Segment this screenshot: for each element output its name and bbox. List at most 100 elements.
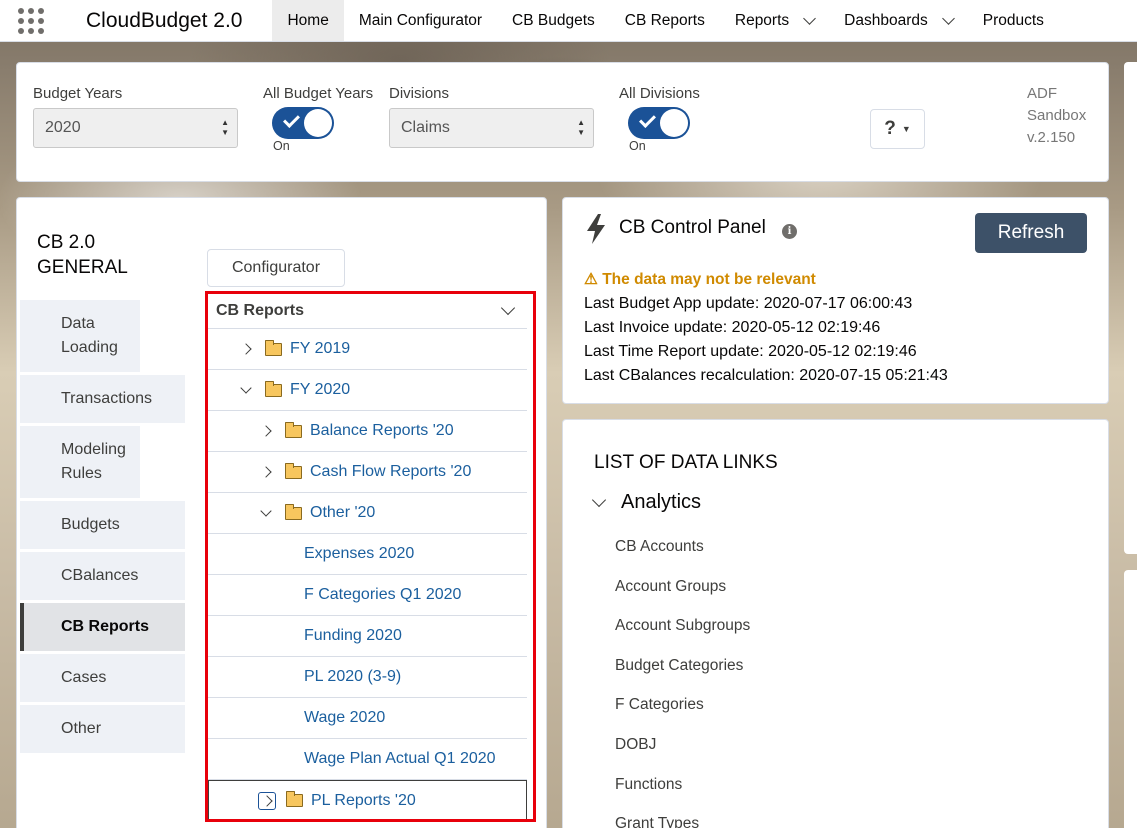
configurator-button[interactable]: Configurator <box>207 249 345 287</box>
waffle-icon[interactable] <box>0 0 62 41</box>
control-panel-card: CB Control Panel i Refresh ⚠ The data ma… <box>562 197 1109 404</box>
chevron-down-icon[interactable] <box>257 504 275 522</box>
tree-report-row[interactable]: Funding 2020 <box>208 616 527 657</box>
control-panel-title: CB Control Panel <box>619 217 766 238</box>
nav-item-label: CB Budgets <box>512 11 595 29</box>
all-budget-years-toggle[interactable] <box>272 107 334 139</box>
status-line: Last Time Report update: 2020-05-12 02:1… <box>584 343 917 360</box>
analytics-section-toggle[interactable]: Analytics <box>591 491 702 514</box>
sidebar-item-cases[interactable]: Cases <box>20 654 185 702</box>
lightning-bolt-icon <box>587 214 605 244</box>
tree-row-label[interactable]: Expenses 2020 <box>304 545 414 563</box>
nav-item-home[interactable]: Home <box>272 0 344 41</box>
sidebar-item-transactions[interactable]: Transactions <box>20 375 185 423</box>
folder-icon <box>285 421 302 438</box>
tree-folder-row[interactable]: PL Reports '20 <box>208 780 527 819</box>
tree-row-label[interactable]: FY 2019 <box>290 340 350 358</box>
division-select[interactable]: Claims ▲ ▼ <box>389 108 594 148</box>
update-status-list: Last Budget App update: 2020-07-17 06:00… <box>584 292 948 388</box>
checkmark-icon <box>639 111 656 128</box>
checkmark-icon <box>283 111 300 128</box>
folder-icon <box>285 503 302 520</box>
tree-row-label[interactable]: Wage Plan Actual Q1 2020 <box>304 750 496 768</box>
nav-item-products[interactable]: Products <box>968 0 1059 41</box>
tree-report-row[interactable]: PL 2020 (3-9) <box>208 657 527 698</box>
folder-icon <box>285 462 302 479</box>
tree-folder-row[interactable]: FY 2020 <box>208 370 527 411</box>
sidebar-item-cbalances[interactable]: CBalances <box>20 552 185 600</box>
data-link-item[interactable]: F Categories <box>615 696 750 736</box>
data-link-item[interactable]: CB Accounts <box>615 538 750 578</box>
nav-item-main-configurator[interactable]: Main Configurator <box>344 0 497 41</box>
version-line: v.2.150 <box>1027 129 1076 146</box>
general-card: CB 2.0 GENERAL Data Loading Transactions M… <box>16 197 547 828</box>
chevron-right-icon[interactable] <box>257 463 275 481</box>
tree-row-label[interactable]: Balance Reports '20 <box>310 422 454 440</box>
sidebar-item-cb-reports[interactable]: CB Reports <box>20 603 185 651</box>
chevron-down-icon <box>591 492 607 507</box>
info-icon[interactable]: i <box>782 224 797 239</box>
folder-icon <box>265 339 282 356</box>
chevron-right-icon[interactable] <box>257 422 275 440</box>
tree-header[interactable]: CB Reports <box>208 294 527 329</box>
chevron-right-icon[interactable] <box>237 340 255 358</box>
warning-triangle-icon: ⚠ <box>584 271 598 288</box>
tree-row-label[interactable]: PL 2020 (3-9) <box>304 668 401 686</box>
tree-row-label[interactable]: Wage 2020 <box>304 709 385 727</box>
data-link-item[interactable]: Budget Categories <box>615 657 750 697</box>
tree-header-label: CB Reports <box>216 302 305 319</box>
cb-reports-tree: CB Reports FY 2019 FY 2020 Balance Reports… <box>205 291 536 822</box>
data-link-item[interactable]: Functions <box>615 776 750 816</box>
nav-item-dashboards[interactable]: Dashboards <box>829 0 968 41</box>
tree-row-label[interactable]: PL Reports '20 <box>311 792 416 810</box>
data-link-item[interactable]: Account Subgroups <box>615 617 750 657</box>
nav-item-cb-budgets[interactable]: CB Budgets <box>497 0 610 41</box>
status-line: Last CBalances recalculation: 2020-07-15… <box>584 367 948 384</box>
data-link-item[interactable]: DOBJ <box>615 736 750 776</box>
right-edge-card <box>1124 570 1137 828</box>
top-navigation-bar: CloudBudget 2.0 Home Main Configurator CB … <box>0 0 1137 42</box>
tree-folder-row[interactable]: Balance Reports '20 <box>208 411 527 452</box>
nav-item-label: Dashboards <box>844 11 928 29</box>
refresh-button[interactable]: Refresh <box>975 213 1087 253</box>
data-links-title: LIST OF DATA LINKS <box>594 452 778 473</box>
tree-row-label[interactable]: Cash Flow Reports '20 <box>310 463 471 481</box>
divisions-label: Divisions <box>389 85 450 102</box>
all-divisions-toggle[interactable] <box>628 107 690 139</box>
chevron-down-icon[interactable] <box>237 381 255 399</box>
help-dropdown-button[interactable]: ? ▼ <box>870 109 925 149</box>
sidebar-item-modeling-rules[interactable]: Modeling Rules <box>20 426 140 498</box>
spinner-arrows-icon: ▲ ▼ <box>577 118 585 137</box>
app-name: CloudBudget 2.0 <box>86 8 243 32</box>
tree-report-row[interactable]: Wage 2020 <box>208 698 527 739</box>
tree-folder-row[interactable]: Cash Flow Reports '20 <box>208 452 527 493</box>
tree-row-label[interactable]: Other '20 <box>310 504 375 522</box>
data-link-item[interactable]: Account Groups <box>615 578 750 618</box>
tree-report-row[interactable]: Expenses 2020 <box>208 534 527 575</box>
chevron-down-icon <box>803 11 817 25</box>
nav-item-reports[interactable]: Reports <box>720 0 829 41</box>
tree-folder-row[interactable]: FY 2019 <box>208 329 527 370</box>
sidebar-item-budgets[interactable]: Budgets <box>20 501 185 549</box>
tree-row-label[interactable]: FY 2020 <box>290 381 350 399</box>
chevron-down-icon <box>500 300 516 316</box>
version-info: ADF Sandbox v.2.150 <box>1027 83 1086 149</box>
nav-item-label: Home <box>287 11 329 29</box>
all-budget-years-label: All Budget Years <box>263 85 374 102</box>
analytics-section-label: Analytics <box>621 491 702 513</box>
version-line: Sandbox <box>1027 107 1087 124</box>
tree-report-row[interactable]: Wage Plan Actual Q1 2020 <box>208 739 527 780</box>
tree-folder-row[interactable]: Other '20 <box>208 493 527 534</box>
status-line: Last Invoice update: 2020-05-12 02:19:46 <box>584 319 881 336</box>
nav-item-cb-reports[interactable]: CB Reports <box>610 0 720 41</box>
sidebar-item-data-loading[interactable]: Data Loading <box>20 300 140 372</box>
data-link-item[interactable]: Grant Types <box>615 815 750 828</box>
budget-year-select[interactable]: 2020 ▲ ▼ <box>33 108 238 148</box>
sidebar-item-other[interactable]: Other <box>20 705 185 753</box>
chevron-right-icon[interactable] <box>258 791 276 810</box>
tree-report-row[interactable]: F Categories Q1 2020 <box>208 575 527 616</box>
tree-row-label[interactable]: F Categories Q1 2020 <box>304 586 461 604</box>
general-title: CB 2.0 GENERAL <box>37 232 128 278</box>
sidebar-nav: Data Loading Transactions Modeling Rules Bu… <box>20 300 185 756</box>
tree-row-label[interactable]: Funding 2020 <box>304 627 402 645</box>
